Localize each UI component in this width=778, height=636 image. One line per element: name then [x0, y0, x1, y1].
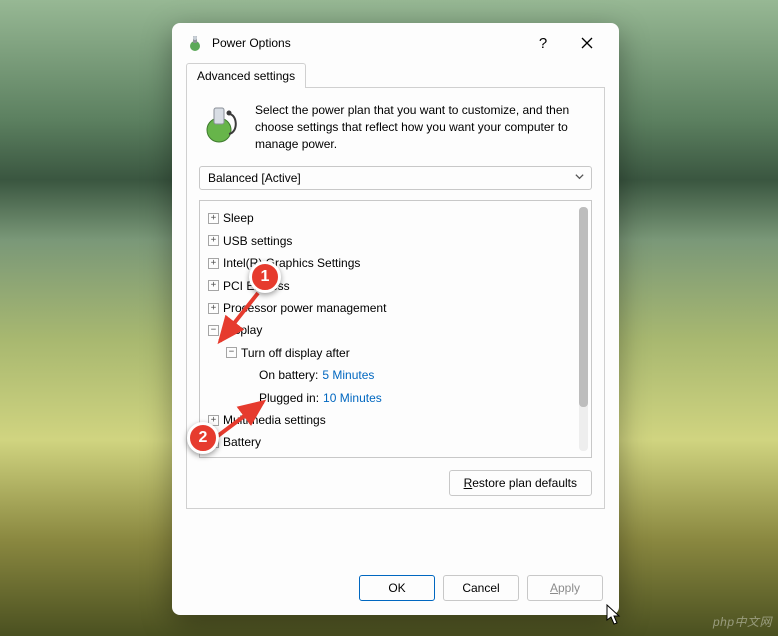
tree-item[interactable]: + USB settings	[208, 230, 587, 252]
tree-item[interactable]: +Multimedia settings	[208, 409, 587, 431]
chevron-down-icon	[574, 171, 585, 185]
expand-icon[interactable]: +	[208, 213, 219, 224]
tab-panel: Select the power plan that you want to c…	[186, 87, 605, 509]
tab-advanced-settings[interactable]: Advanced settings	[186, 63, 306, 88]
tree-item-label: Multimedia settings	[223, 410, 326, 430]
tree-item-label: On battery:	[259, 365, 318, 385]
power-options-icon	[186, 34, 204, 52]
window-title: Power Options	[212, 36, 521, 50]
tree-item[interactable]: +Battery	[208, 431, 587, 453]
help-button[interactable]: ?	[521, 28, 565, 58]
collapse-icon[interactable]: −	[226, 347, 237, 358]
expand-icon[interactable]: +	[208, 303, 219, 314]
tree-item-label: Intel(R) Graphics Settings	[223, 253, 360, 273]
power-plan-dropdown[interactable]: Balanced [Active]	[199, 166, 592, 190]
tree-item[interactable]: −Display	[208, 319, 587, 341]
tree-item-label: USB settings	[223, 231, 292, 251]
power-options-dialog: Power Options ? Advanced settings	[172, 23, 619, 615]
tree-item-label: Turn off display after	[241, 343, 350, 363]
tree-item[interactable]: Plugged in: 10 Minutes	[208, 387, 587, 409]
annotation-marker-1: 1	[249, 261, 281, 293]
watermark: php中文网	[713, 613, 772, 630]
tree-item[interactable]: On battery: 5 Minutes	[208, 364, 587, 386]
tree-scrollbar-thumb[interactable]	[579, 207, 588, 407]
restore-defaults-button[interactable]: Restore plan defaults	[449, 470, 592, 496]
tree-item-label: Processor power management	[223, 298, 386, 318]
tree-scrollbar-track[interactable]	[579, 207, 588, 451]
titlebar: Power Options ?	[172, 23, 619, 63]
tree-item-label: Plugged in:	[259, 388, 319, 408]
collapse-icon[interactable]: −	[208, 325, 219, 336]
close-button[interactable]	[565, 28, 609, 58]
tree-item[interactable]: + Sleep	[208, 207, 587, 229]
ok-button[interactable]: OK	[359, 575, 435, 601]
tabs-container: Advanced settings Select the power plan …	[186, 63, 605, 509]
tree-item-value[interactable]: 10 Minutes	[323, 388, 382, 408]
mouse-cursor-icon	[606, 604, 622, 629]
cancel-button[interactable]: Cancel	[443, 575, 519, 601]
expand-icon[interactable]: +	[208, 280, 219, 291]
plan-selected-label: Balanced [Active]	[208, 171, 301, 185]
tree-item[interactable]: −Turn off display after	[208, 342, 587, 364]
tree-item-label: Battery	[223, 432, 261, 452]
dialog-button-row: OK Cancel Apply	[172, 563, 619, 615]
tree-item-label: Display	[223, 320, 262, 340]
annotation-marker-2: 2	[187, 422, 219, 454]
expand-icon[interactable]: +	[208, 235, 219, 246]
intro-text: Select the power plan that you want to c…	[255, 102, 592, 152]
battery-plug-icon	[199, 102, 241, 147]
apply-button[interactable]: Apply	[527, 575, 603, 601]
intro-row: Select the power plan that you want to c…	[199, 102, 592, 152]
tree-item-label: Sleep	[223, 208, 254, 228]
settings-tree: + Sleep + USB settings + Intel(R) Graphics Se…	[199, 200, 592, 458]
tree-item-value[interactable]: 5 Minutes	[322, 365, 374, 385]
expand-icon[interactable]: +	[208, 258, 219, 269]
tab-strip: Advanced settings	[186, 63, 605, 87]
tree-item[interactable]: + Processor power management	[208, 297, 587, 319]
